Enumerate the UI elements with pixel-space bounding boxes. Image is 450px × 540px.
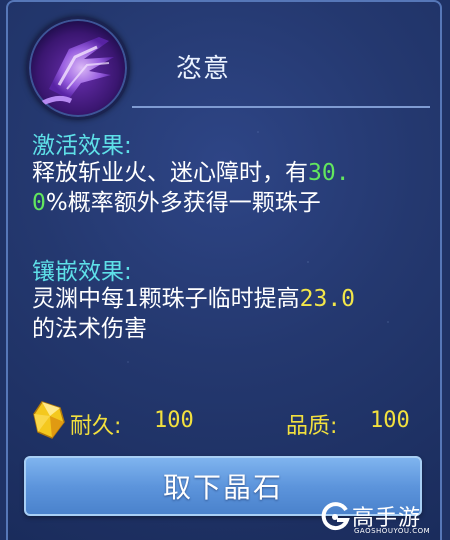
yellow-crystal-icon [33, 401, 65, 439]
inlay-description: 灵渊中每1颗珠子临时提高23.0 的法术伤害 [32, 284, 432, 344]
inlay-line-1: 灵渊中每1颗珠子临时提高23.0 [32, 284, 432, 314]
watermark: 高手游 GAOSHOUYOU.COM [318, 500, 448, 538]
activation-chance-part-2: 0 [32, 190, 46, 216]
inlay-damage-value: 23.0 [299, 286, 356, 312]
inlay-heading: 镶嵌效果: [32, 259, 132, 285]
activation-chance-part-1: 30. [308, 160, 350, 186]
durability-label: 耐久: [70, 414, 122, 439]
skill-title: 恣意 [176, 54, 231, 84]
inlay-line-2: 的法术伤害 [32, 316, 147, 342]
inlay-line-1-text: 灵渊中每1颗珠子临时提高 [32, 286, 300, 312]
activation-heading: 激活效果: [32, 133, 132, 159]
brand-logo-icon [321, 502, 350, 531]
quality-label: 品质: [286, 414, 338, 439]
watermark-domain: GAOSHOUYOU.COM [354, 527, 431, 535]
stats-row: 耐久: 100 品质: 100 [26, 401, 422, 439]
activation-line-1-text: 释放斩业火、迷心障时，有 [32, 160, 308, 186]
activation-line-2-text: %概率额外多获得一颗珠子 [45, 190, 321, 216]
title-divider [132, 106, 430, 108]
purple-energy-hand-icon [41, 37, 114, 106]
item-detail-panel: 恣意 激活效果: 释放斩业火、迷心障时，有30. 0%概率额外多获得一颗珠子 镶… [6, 0, 442, 540]
activation-description: 释放斩业火、迷心障时，有30. 0%概率额外多获得一颗珠子 [32, 158, 432, 218]
activation-line-1: 释放斩业火、迷心障时，有30. [32, 158, 432, 188]
quality-value: 100 [370, 408, 410, 433]
activation-line-2: 0%概率额外多获得一颗珠子 [32, 188, 432, 218]
skill-icon [26, 16, 130, 120]
durability-value: 100 [154, 408, 194, 433]
